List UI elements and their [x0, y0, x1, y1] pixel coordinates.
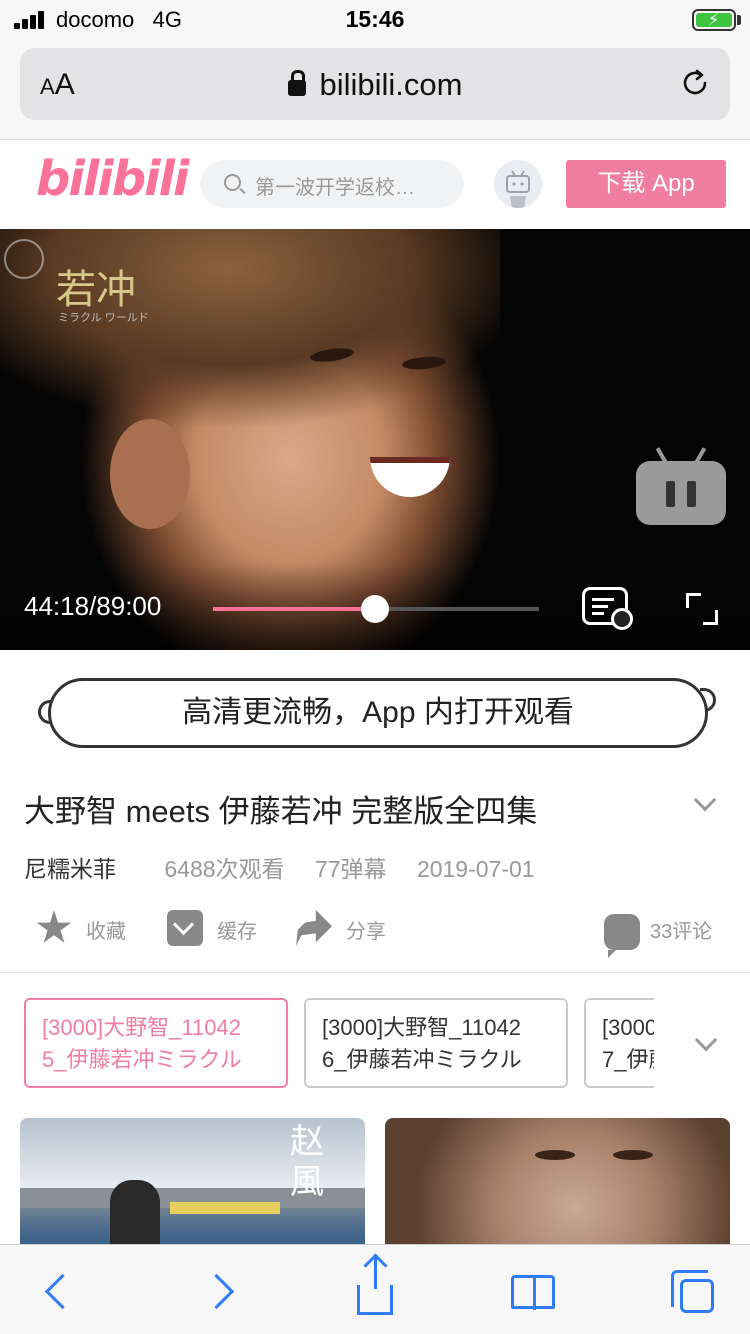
- progress-played: [213, 607, 376, 611]
- view-count: 6488次观看: [164, 856, 285, 882]
- cache-button[interactable]: 缓存: [167, 908, 277, 948]
- video-overlay-title: 若冲: [56, 267, 136, 313]
- fullscreen-icon[interactable]: [686, 593, 718, 625]
- episode-line: [3000]大野智_11042: [602, 1015, 654, 1040]
- episode-item[interactable]: [3000]大野智_11042 6_伊藤若冲ミラクル: [304, 998, 568, 1088]
- search-placeholder: 第一波开学返校…: [255, 177, 415, 199]
- forward-icon[interactable]: [200, 1269, 244, 1313]
- share-button[interactable]: 分享: [296, 908, 406, 948]
- progress-bar[interactable]: [213, 595, 539, 623]
- video-player[interactable]: 若冲 ミラクル ワールド 44:18/89:00: [0, 229, 750, 650]
- episode-line: [3000]大野智_11042: [42, 1015, 241, 1040]
- uploader-name[interactable]: 尼糯米菲: [24, 856, 116, 882]
- favorite-button[interactable]: 收藏: [36, 908, 146, 948]
- download-app-button[interactable]: 下载 App: [566, 160, 726, 208]
- episode-line: [3000]大野智_11042: [322, 1015, 521, 1040]
- favorite-label: 收藏: [86, 921, 126, 943]
- star-icon: [36, 910, 72, 943]
- comments-label: 33评论: [650, 921, 713, 943]
- reload-icon[interactable]: [680, 68, 710, 98]
- back-icon[interactable]: [38, 1269, 82, 1313]
- episode-item[interactable]: [3000]大野智_11042 5_伊藤若冲ミラクル: [24, 998, 288, 1088]
- progress-thumb[interactable]: [361, 595, 390, 623]
- thumbnail-overlay-text: 赵風: [290, 1122, 324, 1202]
- clock: 15:46: [345, 6, 405, 32]
- avatar[interactable]: [494, 160, 542, 208]
- battery-tip: [737, 15, 741, 25]
- episode-line: 6_伊藤若冲ミラクル: [322, 1047, 522, 1072]
- danmaku-toggle-icon[interactable]: [582, 587, 633, 630]
- chevron-down-icon[interactable]: [693, 788, 717, 812]
- tabs-icon[interactable]: [671, 1270, 714, 1313]
- video-title: 大野智 meets 伊藤若冲 完整版全四集: [24, 794, 538, 829]
- danmaku-count: 77弹幕: [314, 856, 387, 882]
- address-bar[interactable]: AA bilibili.com: [20, 48, 730, 120]
- episode-line: 5_伊藤若冲ミラクル: [42, 1047, 242, 1072]
- cache-label: 缓存: [217, 921, 257, 943]
- search-box[interactable]: 第一波开学返校…: [200, 160, 464, 208]
- battery-icon: ⚡: [692, 9, 736, 31]
- status-bar: docomo 4G 15:46 ⚡: [0, 0, 750, 40]
- recommended-video-thumbnail[interactable]: [385, 1118, 730, 1258]
- channel-watermark-icon: [4, 239, 44, 279]
- search-icon: [224, 174, 241, 191]
- player-controls: 44:18/89:00: [0, 563, 750, 650]
- comment-icon: [604, 914, 640, 958]
- share-icon: [296, 910, 332, 946]
- video-meta: 尼糯米菲 6488次观看 77弹幕 2019-07-01: [24, 850, 535, 884]
- video-frame-ear: [110, 419, 190, 529]
- bilibili-logo[interactable]: bilibili: [36, 151, 189, 207]
- comments-button[interactable]: 33评论: [604, 908, 734, 958]
- playback-time: 44:18/89:00: [24, 591, 162, 621]
- open-in-app-banner[interactable]: 高清更流畅，App 内打开观看: [48, 678, 708, 748]
- site-header: bilibili 第一波开学返校… 下载 App: [0, 141, 750, 229]
- action-bar: 收藏 缓存 分享 33评论: [0, 900, 750, 958]
- bilibili-tv-pause-icon[interactable]: [636, 461, 726, 525]
- episode-item-clipped[interactable]: [3000]大野智_11042 7_伊藤若冲ミラクル: [584, 998, 654, 1088]
- share-icon[interactable]: [357, 1255, 393, 1315]
- share-label: 分享: [346, 921, 386, 943]
- browser-address-area: AA bilibili.com: [0, 40, 750, 140]
- lock-icon: [287, 70, 306, 96]
- browser-toolbar: [0, 1244, 750, 1334]
- episode-line: 7_伊藤若冲ミラクル: [602, 1047, 654, 1072]
- bookmarks-icon[interactable]: [511, 1275, 555, 1310]
- episodes-expand-icon[interactable]: [694, 1028, 718, 1052]
- recommended-video-thumbnail[interactable]: 赵風: [20, 1118, 365, 1258]
- download-icon: [167, 910, 203, 946]
- video-overlay-subtitle: ミラクル ワールド: [58, 312, 149, 324]
- url-display[interactable]: bilibili.com: [20, 67, 730, 103]
- publish-date: 2019-07-01: [416, 856, 535, 882]
- divider: [0, 972, 750, 973]
